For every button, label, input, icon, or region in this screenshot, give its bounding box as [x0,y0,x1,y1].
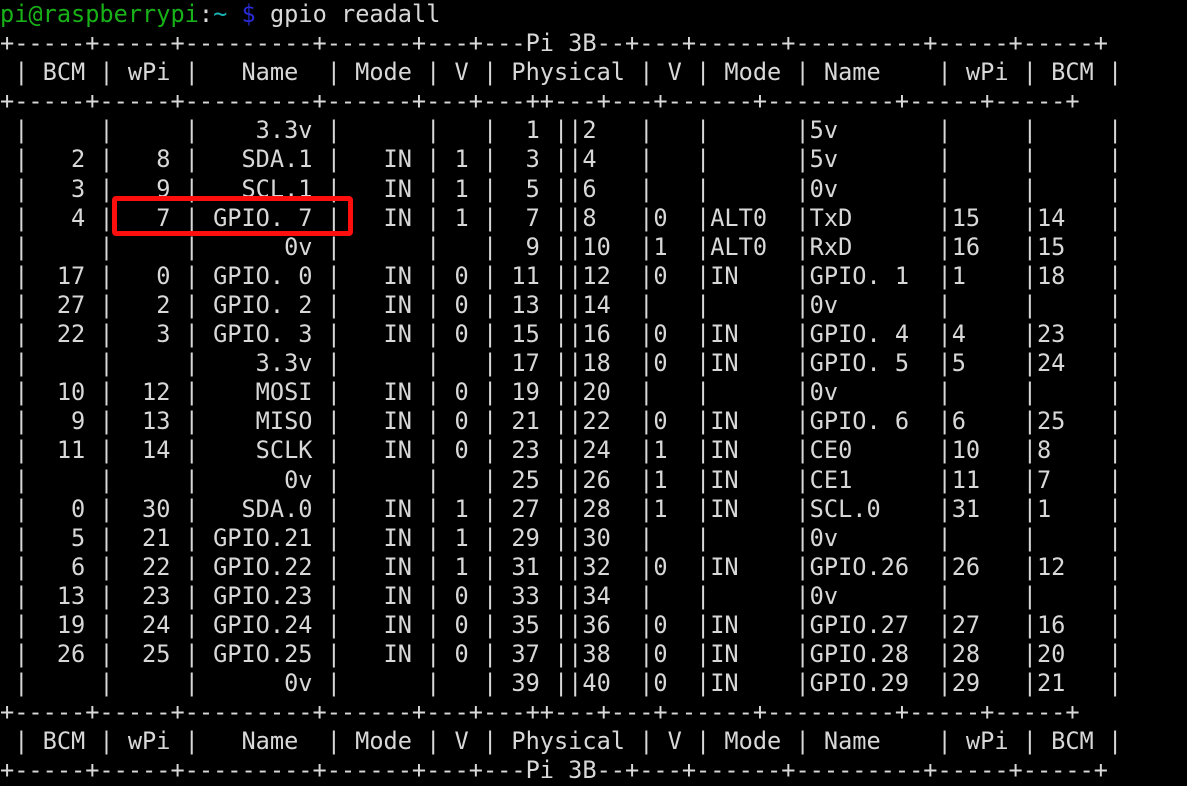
table-footer-row: | BCM | wPi | Name | Mode | V | Physical… [0,727,1123,756]
table-row: | 0 | 30 | SDA.0 | IN | 1 | 27 ||28 |1 |… [0,494,1123,523]
table-row: | | | 3.3v | | | 1 ||2 | | |5v | | | [0,116,1123,145]
table-rule-top: +-----+-----+---------+------+---+---Pi … [0,29,1108,58]
table-row: | 19 | 24 | GPIO.24 | IN | 0 | 35 ||36 |… [0,610,1123,639]
prompt-user-host: pi@raspberrypi [0,0,199,28]
table-row: | 11 | 14 | SCLK | IN | 0 | 23 ||24 |1 |… [0,436,1123,465]
table-row: | 5 | 21 | GPIO.21 | IN | 1 | 29 ||30 | … [0,523,1123,552]
prompt-colon: : [198,0,214,28]
shell-prompt-line: pi@raspberrypi:~ $ gpio readall [0,0,1187,29]
table-row: | 17 | 0 | GPIO. 0 | IN | 0 | 11 ||12 |0… [0,261,1123,290]
table-rows-container: | | | 3.3v | | | 1 ||2 | | |5v | | | | 2… [0,116,1187,698]
table-rule-bottom: +-----+-----+---------+------+---+---++-… [0,698,1080,727]
terminal-window: pi@raspberrypi:~ $ gpio readall +-----+-… [0,0,1187,784]
table-row: | 22 | 3 | GPIO. 3 | IN | 0 | 15 ||16 |0… [0,320,1123,349]
table-row: | 2 | 8 | SDA.1 | IN | 1 | 3 ||4 | | |5v… [0,145,1123,174]
table-row: | | | 0v | | | 39 ||40 |0 |IN |GPIO.29 |… [0,669,1123,698]
table-rule-footer: +-----+-----+---------+------+---+---Pi … [0,756,1108,785]
table-row: | | | 0v | | | 9 ||10 |1 |ALT0 |RxD |16 … [0,232,1123,261]
table-row: | 10 | 12 | MOSI | IN | 0 | 19 ||20 | | … [0,378,1123,407]
table-row: | 4 | 7 | GPIO. 7 | IN | 1 | 7 ||8 |0 |A… [0,203,1123,232]
table-row: | 3 | 9 | SCL.1 | IN | 1 | 5 ||6 | | |0v… [0,174,1123,203]
prompt-command-text: gpio readall [269,0,441,28]
table-rule-header: +-----+-----+---------+------+---+---++-… [0,87,1080,116]
table-header-row: | BCM | wPi | Name | Mode | V | Physical… [0,58,1123,87]
table-row: | | | 0v | | | 25 ||26 |1 |IN |CE1 |11 |… [0,465,1123,494]
table-row: | 6 | 22 | GPIO.22 | IN | 1 | 31 ||32 |0… [0,552,1123,581]
table-row: | 27 | 2 | GPIO. 2 | IN | 0 | 13 ||14 | … [0,290,1123,319]
prompt-path: ~ [213,0,228,28]
table-row: | 26 | 25 | GPIO.25 | IN | 0 | 37 ||38 |… [0,640,1123,669]
gpio-table: +-----+-----+---------+------+---+---Pi … [0,29,1187,785]
table-row: | 13 | 23 | GPIO.23 | IN | 0 | 33 ||34 |… [0,581,1123,610]
prompt-dollar-sign: $ [241,0,256,28]
table-row: | 9 | 13 | MISO | IN | 0 | 21 ||22 |0 |I… [0,407,1123,436]
table-row: | | | 3.3v | | | 17 ||18 |0 |IN |GPIO. 5… [0,349,1123,378]
